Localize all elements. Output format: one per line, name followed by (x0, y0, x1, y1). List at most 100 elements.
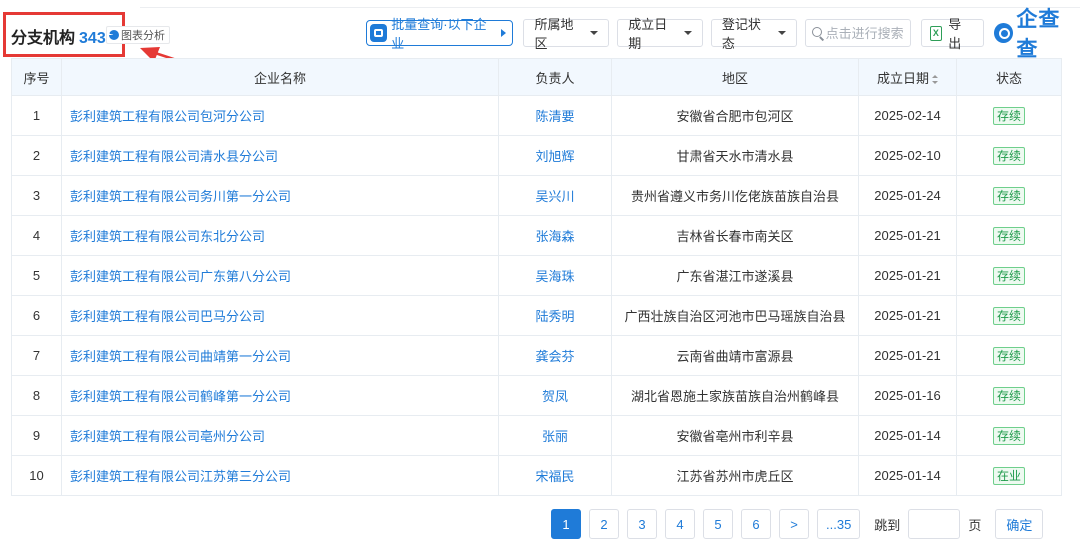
date-filter-dropdown[interactable]: 成立日期 (617, 17, 703, 51)
next-page-button[interactable]: > (779, 509, 809, 539)
branch-table: 序号 企业名称 负责人 地区 成立日期 状态 1 彭利建筑工程有限公司包河分公司 陈… (11, 58, 1062, 496)
company-name-cell: 彭利建筑工程有限公司鹤峰第一分公司 (61, 375, 499, 416)
date-cell: 2025-02-14 (858, 95, 957, 136)
person-link[interactable]: 宋福民 (535, 469, 574, 484)
status-badge: 存续 (992, 266, 1025, 285)
company-name-cell: 彭利建筑工程有限公司清水县分公司 (61, 135, 499, 176)
status-badge: 在业 (992, 466, 1025, 485)
page-2-button[interactable]: 2 (589, 509, 619, 539)
company-name-link[interactable]: 彭利建筑工程有限公司曲靖第一分公司 (70, 349, 291, 364)
last-page-button[interactable]: ...35 (817, 509, 861, 539)
table-row: 9 彭利建筑工程有限公司亳州分公司 张丽 安徽省亳州市利辛县 2025-01-14 存续 (11, 415, 1062, 456)
table-row: 6 彭利建筑工程有限公司巴马分公司 陆秀明 广西壮族自治区河池市巴马瑶族自治县 2025… (11, 295, 1062, 336)
company-name-link[interactable]: 彭利建筑工程有限公司亳州分公司 (70, 429, 265, 444)
col-header-index: 序号 (11, 58, 62, 96)
status-badge: 存续 (992, 386, 1025, 405)
export-button[interactable]: X 导出 (920, 17, 985, 51)
region-cell: 湖北省恩施土家族苗族自治州鹤峰县 (611, 375, 859, 416)
region-cell: 安徽省亳州市利辛县 (611, 415, 859, 456)
page-1-button[interactable]: 1 (551, 509, 581, 539)
person-link[interactable]: 陈清要 (535, 109, 574, 124)
table-row: 2 彭利建筑工程有限公司清水县分公司 刘旭辉 甘肃省天水市清水县 2025-02-10 存… (11, 135, 1062, 176)
company-name-cell: 彭利建筑工程有限公司曲靖第一分公司 (61, 335, 499, 376)
region-filter-label: 所属地区 (534, 17, 574, 51)
page-unit-label: 页 (968, 517, 982, 533)
company-name-link[interactable]: 彭利建筑工程有限公司鹤峰第一分公司 (70, 389, 291, 404)
company-name-link[interactable]: 彭利建筑工程有限公司清水县分公司 (70, 149, 278, 164)
company-name-cell: 彭利建筑工程有限公司务川第一分公司 (61, 175, 499, 216)
export-label: 导出 (948, 17, 962, 51)
status-cell: 存续 (956, 215, 1062, 256)
confirm-jump-button[interactable]: 确定 (995, 509, 1044, 539)
pagination: 1 2 3 4 5 6 > ...35 跳到 页 确定 (551, 509, 1044, 539)
person-link[interactable]: 张海森 (535, 229, 574, 244)
company-name-link[interactable]: 彭利建筑工程有限公司巴马分公司 (70, 309, 265, 324)
col-header-company: 企业名称 (61, 58, 499, 96)
jump-page-input[interactable] (908, 509, 961, 539)
sort-icon (932, 74, 938, 84)
company-name-link[interactable]: 彭利建筑工程有限公司广东第八分公司 (70, 269, 291, 284)
search-box[interactable] (804, 19, 911, 47)
col-header-person: 负责人 (498, 58, 612, 96)
company-name-link[interactable]: 彭利建筑工程有限公司东北分公司 (70, 229, 265, 244)
region-cell: 吉林省长春市南关区 (611, 215, 859, 256)
person-link[interactable]: 吴海珠 (535, 269, 574, 284)
person-link[interactable]: 陆秀明 (535, 309, 574, 324)
person-link[interactable]: 贺凤 (542, 389, 568, 404)
chevron-right-icon (501, 29, 507, 37)
col-header-date-label: 成立日期 (876, 70, 929, 86)
person-cell: 龚会芬 (498, 335, 612, 376)
company-name-cell: 彭利建筑工程有限公司广东第八分公司 (61, 255, 499, 296)
page-6-button[interactable]: 6 (741, 509, 771, 539)
date-cell: 2025-01-24 (858, 175, 957, 216)
status-badge: 存续 (992, 346, 1025, 365)
status-filter-label: 登记状态 (721, 17, 761, 51)
status-badge: 存续 (992, 186, 1025, 205)
date-cell: 2025-01-21 (858, 335, 957, 376)
batch-query-button[interactable]: 批量查询·以下企业 (366, 17, 514, 51)
qichacha-logo: 企查查 (994, 3, 1080, 63)
status-cell: 存续 (956, 335, 1062, 376)
company-name-link[interactable]: 彭利建筑工程有限公司包河分公司 (70, 109, 265, 124)
person-link[interactable]: 刘旭辉 (535, 149, 574, 164)
region-cell: 云南省曲靖市富源县 (611, 335, 859, 376)
region-cell: 广西壮族自治区河池市巴马瑶族自治县 (611, 295, 859, 336)
status-filter-dropdown[interactable]: 登记状态 (710, 17, 797, 51)
logo-text: 企查查 (1016, 8, 1061, 61)
region-cell: 甘肃省天水市清水县 (611, 135, 859, 176)
row-index: 6 (11, 295, 62, 336)
status-cell: 存续 (956, 175, 1062, 216)
status-cell: 存续 (956, 255, 1062, 296)
col-header-date[interactable]: 成立日期 (858, 58, 957, 96)
page-4-button[interactable]: 4 (665, 509, 695, 539)
person-link[interactable]: 张丽 (542, 429, 568, 444)
region-cell: 安徽省合肥市包河区 (611, 95, 859, 136)
row-index: 9 (11, 415, 62, 456)
date-cell: 2025-01-14 (858, 415, 957, 456)
person-link[interactable]: 龚会芬 (535, 349, 574, 364)
company-name-cell: 彭利建筑工程有限公司东北分公司 (61, 215, 499, 256)
table-header-row: 序号 企业名称 负责人 地区 成立日期 状态 (11, 58, 1062, 96)
status-badge: 存续 (992, 426, 1025, 445)
search-input[interactable] (825, 25, 904, 41)
company-name-link[interactable]: 彭利建筑工程有限公司务川第一分公司 (70, 189, 291, 204)
date-cell: 2025-01-14 (858, 455, 957, 496)
chevron-down-icon (777, 31, 786, 35)
company-name-cell: 彭利建筑工程有限公司亳州分公司 (61, 415, 499, 456)
batch-query-label: 批量查询·以下企业 (391, 17, 487, 51)
date-cell: 2025-01-16 (858, 375, 957, 416)
company-name-link[interactable]: 彭利建筑工程有限公司江苏第三分公司 (70, 469, 291, 484)
person-link[interactable]: 吴兴川 (535, 189, 574, 204)
page-5-button[interactable]: 5 (703, 509, 733, 539)
col-header-status: 状态 (956, 58, 1062, 96)
status-cell: 存续 (956, 135, 1062, 176)
status-cell: 存续 (956, 375, 1062, 416)
person-cell: 吴兴川 (498, 175, 612, 216)
col-header-region: 地区 (611, 58, 859, 96)
person-cell: 张丽 (498, 415, 612, 456)
region-filter-dropdown[interactable]: 所属地区 (523, 17, 610, 51)
page-3-button[interactable]: 3 (627, 509, 657, 539)
company-name-cell: 彭利建筑工程有限公司巴马分公司 (61, 295, 499, 336)
person-cell: 宋福民 (498, 455, 612, 496)
table-row: 5 彭利建筑工程有限公司广东第八分公司 吴海珠 广东省湛江市遂溪县 2025-01-21… (11, 255, 1062, 296)
